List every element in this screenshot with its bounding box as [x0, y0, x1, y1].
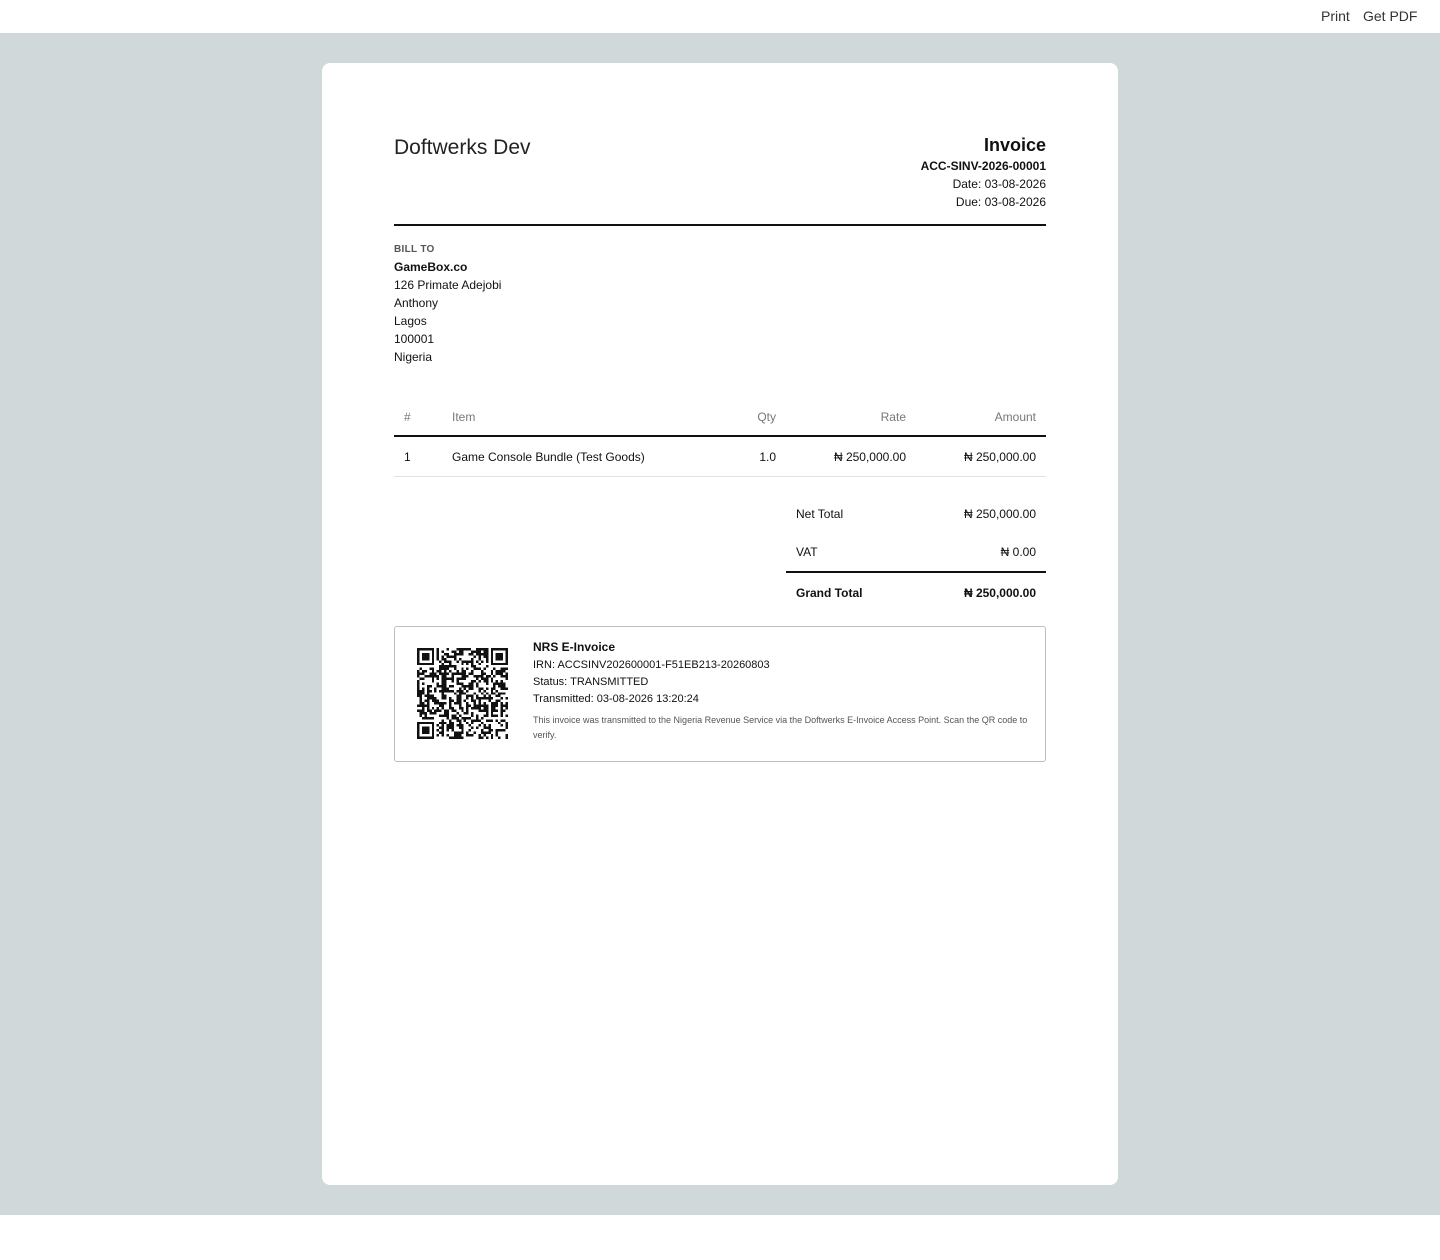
- table-row: 1 Game Console Bundle (Test Goods) 1.0 ₦…: [394, 436, 1046, 477]
- items-table: # Item Qty Rate Amount 1 Game Console Bu…: [394, 399, 1046, 477]
- col-amount: Amount: [916, 399, 1046, 437]
- cell-amount: ₦ 250,000.00: [916, 436, 1046, 477]
- invoice-title: Invoice: [983, 135, 1046, 155]
- totals-block: Net Total ₦ 250,000.00 VAT ₦ 0.00 Grand …: [786, 495, 1046, 612]
- address-line: 126 Primate Adejobi: [394, 278, 502, 292]
- header-divider: [394, 224, 1046, 226]
- e-invoice-irn: IRN: ACCSINV202600001-F51EB213-20260803: [533, 659, 770, 671]
- qr-code: [417, 648, 508, 739]
- invoice-due-date: Due: 03-08-2026: [955, 195, 1046, 209]
- col-qty: Qty: [686, 399, 786, 437]
- customer-name: GameBox.co: [394, 260, 468, 274]
- cell-index: 1: [394, 436, 442, 477]
- e-invoice-note: This invoice was transmitted to the Nige…: [533, 715, 1028, 740]
- grand-total-row: Grand Total ₦ 250,000.00: [786, 571, 1046, 612]
- e-invoice-panel: NRS E-Invoice IRN: ACCSINV202600001-F51E…: [394, 626, 1046, 762]
- e-invoice-status: Status: TRANSMITTED: [533, 676, 649, 688]
- e-invoice-title: NRS E-Invoice: [533, 640, 616, 654]
- col-rate: Rate: [786, 399, 916, 437]
- vat-row: VAT ₦ 0.00: [786, 533, 1046, 571]
- e-invoice-info: NRS E-Invoice IRN: ACCSINV202600001-F51E…: [533, 640, 1033, 743]
- net-total-value: ₦ 250,000.00: [963, 507, 1036, 521]
- address-line: Lagos: [394, 314, 427, 328]
- invoice-number: ACC-SINV-2026-00001: [920, 159, 1046, 173]
- bill-to-block: BILL TO GameBox.co 126 Primate Adejobi A…: [394, 243, 501, 366]
- vat-value: ₦ 0.00: [1000, 545, 1036, 559]
- col-index: #: [394, 399, 442, 437]
- col-item: Item: [442, 399, 686, 437]
- address-line: 100001: [394, 332, 435, 346]
- net-total-label: Net Total: [796, 507, 844, 521]
- cell-item: Game Console Bundle (Test Goods): [442, 436, 686, 477]
- top-toolbar: Print Get PDF: [0, 0, 1440, 33]
- e-invoice-transmitted: Transmitted: 03-08-2026 13:20:24: [533, 693, 699, 705]
- net-total-row: Net Total ₦ 250,000.00: [786, 495, 1046, 533]
- company-name: Doftwerks Dev: [394, 136, 531, 159]
- invoice-date: Date: 03-08-2026: [952, 177, 1046, 191]
- invoice-header: Invoice ACC-SINV-2026-00001 Date: 03-08-…: [921, 134, 1046, 211]
- vat-label: VAT: [796, 545, 818, 559]
- items-table-header: # Item Qty Rate Amount: [394, 399, 1046, 437]
- address-line: Anthony: [394, 296, 439, 310]
- cell-qty: 1.0: [686, 436, 786, 477]
- address-line: Nigeria: [394, 350, 433, 364]
- invoice-page: Doftwerks Dev Invoice ACC-SINV-2026-0000…: [322, 63, 1118, 1185]
- print-button[interactable]: Print: [1321, 8, 1350, 24]
- preview-canvas: Doftwerks Dev Invoice ACC-SINV-2026-0000…: [0, 33, 1440, 1215]
- bill-to-label: BILL TO: [394, 244, 435, 255]
- cell-rate: ₦ 250,000.00: [786, 436, 916, 477]
- grand-total-label: Grand Total: [796, 585, 863, 600]
- grand-total-value: ₦ 250,000.00: [963, 585, 1036, 600]
- get-pdf-button[interactable]: Get PDF: [1363, 8, 1417, 24]
